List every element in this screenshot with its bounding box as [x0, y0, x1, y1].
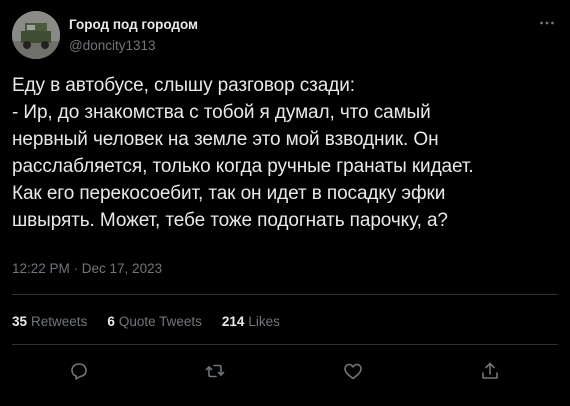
divider-top — [12, 294, 558, 295]
action-bar — [0, 357, 570, 387]
quote-tweets-stat[interactable]: 6 Quote Tweets — [107, 314, 202, 329]
retweet-icon[interactable] — [203, 359, 227, 383]
tweet: Город под городом @doncity1313 Еду в авт… — [0, 0, 570, 406]
quote-tweets-label: Quote Tweets — [118, 314, 202, 329]
more-horizontal-icon[interactable] — [536, 12, 558, 34]
author-name[interactable]: Город под городом — [69, 17, 198, 32]
share-icon[interactable] — [478, 359, 502, 383]
avatar[interactable] — [12, 11, 60, 59]
tweet-stats: 35 Retweets 6 Quote Tweets 214 Likes — [12, 314, 300, 329]
retweets-stat[interactable]: 35 Retweets — [12, 314, 87, 329]
divider-bottom — [12, 344, 558, 345]
likes-count: 214 — [221, 314, 245, 329]
reply-icon[interactable] — [67, 359, 91, 383]
retweets-count: 35 — [12, 314, 28, 329]
retweets-label: Retweets — [31, 314, 88, 329]
heart-icon[interactable] — [341, 359, 365, 383]
quote-tweets-count: 6 — [107, 314, 115, 329]
tweet-text: Еду в автобусе, слышу разговор сзади: - … — [12, 75, 474, 231]
likes-stat[interactable]: 214 Likes — [222, 314, 280, 329]
author-handle[interactable]: @doncity1313 — [69, 38, 156, 53]
tweet-timestamp[interactable]: 12:22 PM · Dec 17, 2023 — [12, 261, 162, 276]
likes-label: Likes — [248, 314, 280, 329]
